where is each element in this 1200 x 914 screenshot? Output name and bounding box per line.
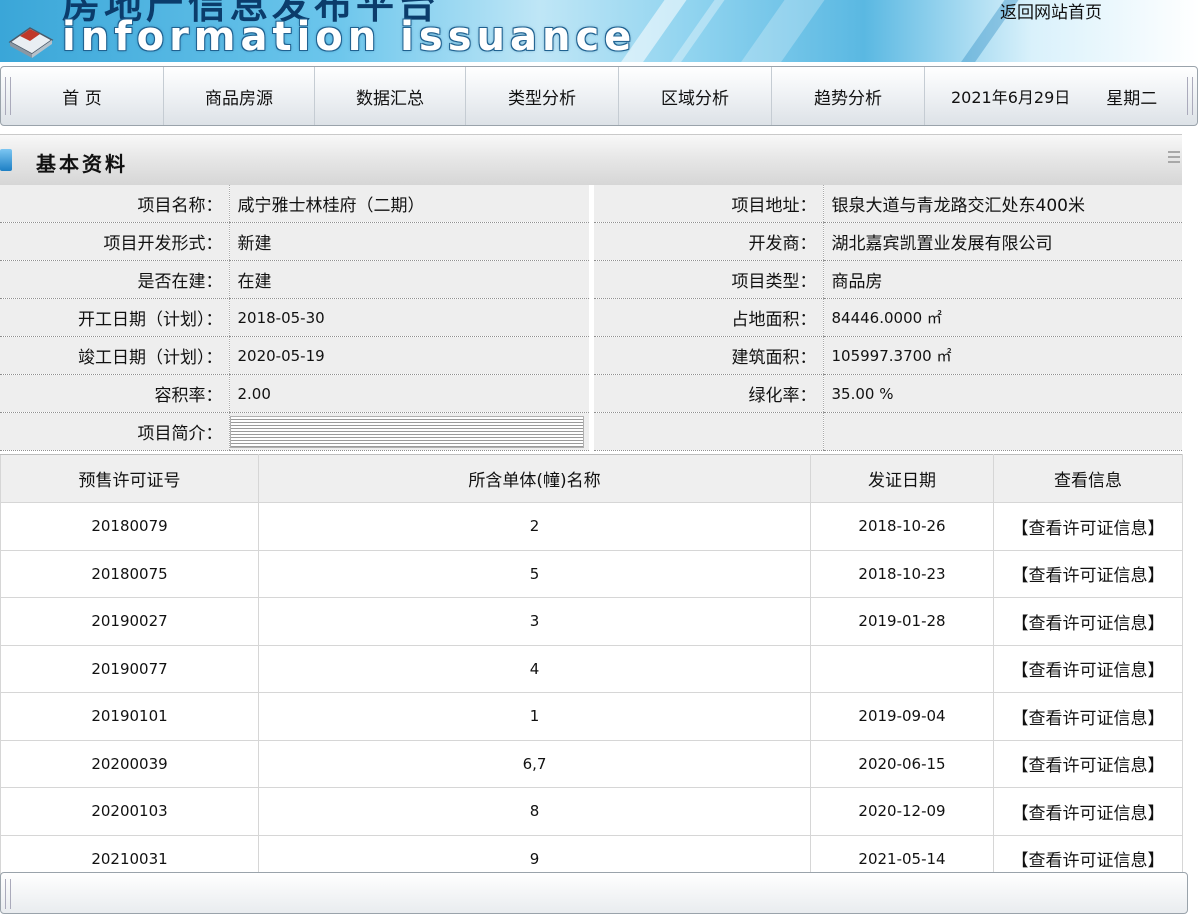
nav-data-summary[interactable]: 数据汇总 — [315, 67, 466, 125]
units-cell: 8 — [258, 787, 811, 836]
plot-ratio-value: 2.00 — [228, 374, 589, 413]
current-date: 2021年6月29日 星期二 — [925, 67, 1157, 125]
dev-form-value: 新建 — [228, 222, 589, 261]
project-type-value: 商品房 — [822, 260, 1182, 299]
issue-date-cell: 2018-10-26 — [810, 502, 994, 551]
view-permit-link[interactable]: 【查看许可证信息】 — [993, 597, 1183, 646]
col-header-units: 所含单体(幢)名称 — [258, 454, 811, 503]
start-date-value: 2018-05-30 — [228, 298, 589, 337]
view-permit-link[interactable]: 【查看许可证信息】 — [993, 739, 1183, 788]
site-banner: 房地产信息发布平台 information issuance 返回网站首页 — [0, 0, 1200, 62]
units-cell: 6,7 — [258, 739, 811, 788]
main-nav: 首 页 商品房源 数据汇总 类型分析 区域分析 趋势分析 2021年6月29日 … — [0, 66, 1198, 126]
menu-lines-icon — [1168, 151, 1180, 166]
units-cell: 2 — [258, 502, 811, 551]
info-row: 项目名称： 咸宁雅士林桂府（二期） 项目地址： 银泉大道与青龙路交汇处东400米 — [0, 185, 1182, 223]
nav-home[interactable]: 首 页 — [1, 67, 164, 125]
completion-date-value: 2020-05-19 — [228, 336, 589, 375]
house-logo-icon — [8, 27, 54, 58]
project-address-value: 银泉大道与青龙路交汇处东400米 — [822, 185, 1182, 223]
view-permit-link[interactable]: 【查看许可证信息】 — [993, 787, 1183, 836]
table-row: 20190077 4 【查看许可证信息】 — [0, 644, 1183, 693]
col-header-issue-date: 发证日期 — [810, 454, 994, 503]
permit-no-cell: 20200103 — [0, 787, 259, 836]
col-header-view: 查看信息 — [993, 454, 1183, 503]
empty-cell — [822, 412, 1182, 451]
project-intro-value — [228, 412, 589, 451]
permit-rows: 20180079 2 2018-10-26 【查看许可证信息】 20180075 5 201… — [0, 502, 1183, 883]
info-label: 项目名称： — [0, 185, 229, 223]
banner-title-en: information issuance — [62, 14, 637, 60]
view-permit-link[interactable]: 【查看许可证信息】 — [993, 549, 1183, 598]
table-row: 20190027 3 2019-01-28 【查看许可证信息】 — [0, 597, 1183, 646]
info-label: 开工日期（计划）： — [0, 298, 229, 337]
units-cell: 3 — [258, 597, 811, 646]
under-construction-value: 在建 — [228, 260, 589, 299]
date-text: 2021年6月29日 — [951, 88, 1071, 107]
info-label: 项目地址： — [594, 185, 823, 223]
issue-date-cell: 2020-06-15 — [810, 739, 994, 788]
permit-no-cell: 20200039 — [0, 739, 259, 788]
presale-permit-table: 预售许可证号 所含单体(幢)名称 发证日期 查看信息 20180079 2 2018… — [0, 454, 1183, 883]
units-cell: 1 — [258, 692, 811, 741]
project-name-value: 咸宁雅士林桂府（二期） — [228, 185, 589, 223]
permit-no-cell: 20180075 — [0, 549, 259, 598]
info-label: 绿化率： — [594, 374, 823, 413]
info-label: 建筑面积： — [594, 336, 823, 375]
table-row: 20190101 1 2019-09-04 【查看许可证信息】 — [0, 692, 1183, 741]
project-info-table: 项目名称： 咸宁雅士林桂府（二期） 项目地址： 银泉大道与青龙路交汇处东400米… — [0, 185, 1182, 451]
view-permit-link[interactable]: 【查看许可证信息】 — [993, 644, 1183, 693]
info-label: 占地面积： — [594, 298, 823, 337]
permit-no-cell: 20190101 — [0, 692, 259, 741]
info-label: 竣工日期（计划）： — [0, 336, 229, 375]
table-row: 20180079 2 2018-10-26 【查看许可证信息】 — [0, 502, 1183, 551]
weekday-text: 星期二 — [1106, 88, 1158, 109]
table-row: 20200103 8 2020-12-09 【查看许可证信息】 — [0, 787, 1183, 836]
green-ratio-value: 35.00 % — [822, 374, 1182, 413]
info-row: 容积率： 2.00 绿化率： 35.00 % — [0, 374, 1182, 413]
info-label: 是否在建： — [0, 260, 229, 299]
section-title: 基本资料 — [36, 152, 128, 176]
table-row: 20180075 5 2018-10-23 【查看许可证信息】 — [0, 549, 1183, 598]
footer-bar — [0, 872, 1188, 914]
info-label: 容积率： — [0, 374, 229, 413]
view-permit-link[interactable]: 【查看许可证信息】 — [993, 692, 1183, 741]
building-area-value: 105997.3700 ㎡ — [822, 336, 1182, 375]
units-cell: 5 — [258, 549, 811, 598]
nav-type-analysis[interactable]: 类型分析 — [466, 67, 619, 125]
issue-date-cell: 2019-01-28 — [810, 597, 994, 646]
nav-region-analysis[interactable]: 区域分析 — [619, 67, 772, 125]
permit-no-cell: 20180079 — [0, 502, 259, 551]
info-row: 项目开发形式： 新建 开发商： 湖北嘉宾凯置业发展有限公司 — [0, 222, 1182, 261]
permit-no-cell: 20190027 — [0, 597, 259, 646]
info-label: 项目开发形式： — [0, 222, 229, 261]
view-permit-link[interactable]: 【查看许可证信息】 — [993, 502, 1183, 551]
empty-cell — [594, 412, 823, 451]
section-marker-icon — [0, 149, 12, 171]
col-header-permit-no: 预售许可证号 — [0, 454, 259, 503]
info-label: 项目简介： — [0, 412, 229, 451]
units-cell: 4 — [258, 644, 811, 693]
issue-date-cell: 2018-10-23 — [810, 549, 994, 598]
table-row: 20200039 6,7 2020-06-15 【查看许可证信息】 — [0, 739, 1183, 788]
info-row: 开工日期（计划）： 2018-05-30 占地面积： 84446.0000 ㎡ — [0, 298, 1182, 337]
issue-date-cell — [810, 644, 994, 693]
developer-value: 湖北嘉宾凯置业发展有限公司 — [822, 222, 1182, 261]
nav-properties[interactable]: 商品房源 — [164, 67, 315, 125]
permit-no-cell: 20190077 — [0, 644, 259, 693]
info-label: 项目类型： — [594, 260, 823, 299]
nav-trend-analysis[interactable]: 趋势分析 — [772, 67, 925, 125]
return-home-link[interactable]: 返回网站首页 — [1000, 0, 1102, 23]
info-row: 竣工日期（计划）： 2020-05-19 建筑面积： 105997.3700 ㎡ — [0, 336, 1182, 375]
issue-date-cell: 2020-12-09 — [810, 787, 994, 836]
issue-date-cell: 2019-09-04 — [810, 692, 994, 741]
banner-decoration — [728, 0, 832, 62]
info-row: 是否在建： 在建 项目类型： 商品房 — [0, 260, 1182, 299]
info-row: 项目简介： — [0, 412, 1182, 451]
permit-table-header: 预售许可证号 所含单体(幢)名称 发证日期 查看信息 — [0, 454, 1183, 503]
section-header: 基本资料 — [0, 134, 1182, 186]
land-area-value: 84446.0000 ㎡ — [822, 298, 1182, 337]
intro-text-box — [230, 415, 584, 448]
info-label: 开发商： — [594, 222, 823, 261]
